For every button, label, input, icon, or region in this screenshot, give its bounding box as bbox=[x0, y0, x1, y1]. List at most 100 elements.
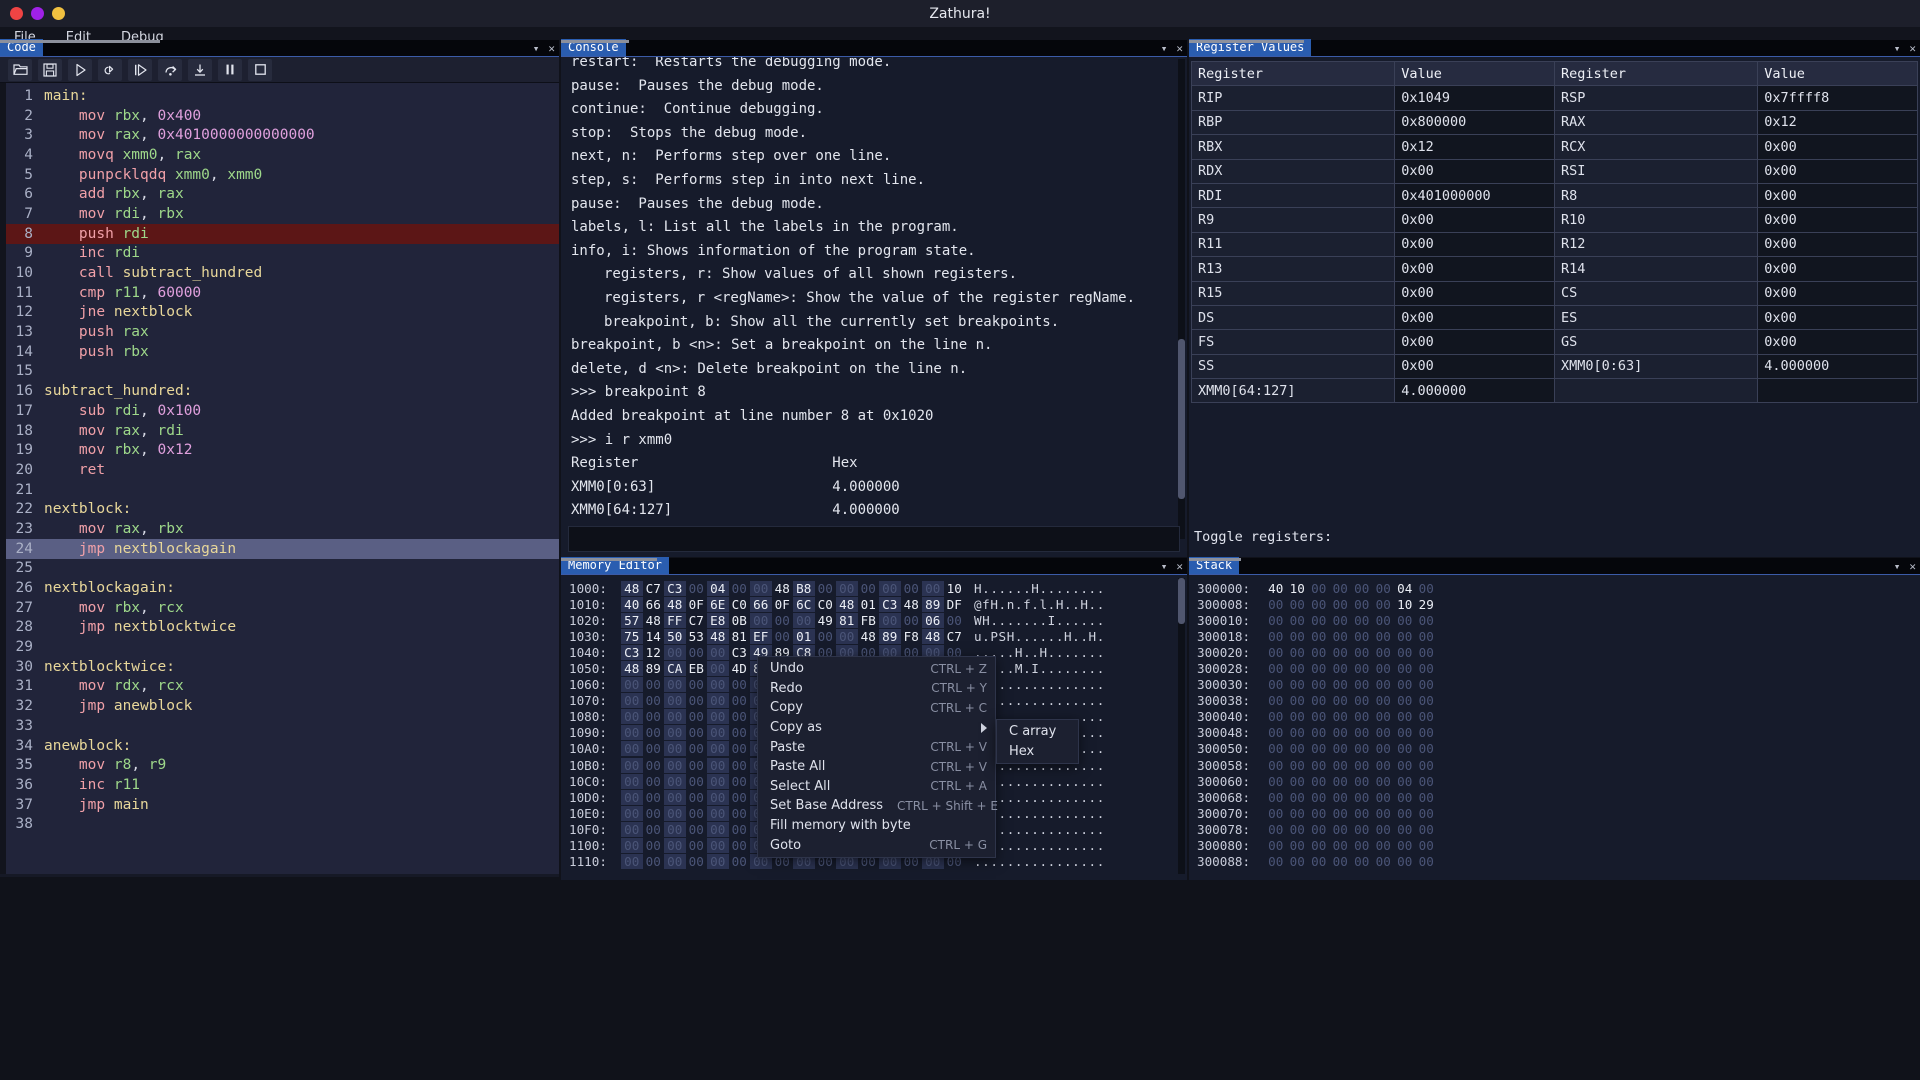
stack-byte[interactable]: 00 bbox=[1330, 645, 1352, 660]
step-into-icon[interactable] bbox=[188, 59, 212, 81]
memory-scrollbar-thumb[interactable] bbox=[1178, 578, 1185, 624]
memory-byte[interactable]: 48 bbox=[922, 629, 944, 644]
stack-byte[interactable]: 00 bbox=[1394, 741, 1416, 756]
stack-byte[interactable]: 00 bbox=[1330, 629, 1352, 644]
stack-row[interactable]: 300060:0000000000000000 bbox=[1197, 773, 1920, 789]
code-line[interactable]: 9 inc rdi bbox=[0, 244, 559, 264]
stack-byte[interactable]: 00 bbox=[1394, 613, 1416, 628]
context-menu-item[interactable]: GotoCTRL + G bbox=[758, 835, 995, 855]
code-line[interactable]: 21 bbox=[0, 480, 559, 500]
console-scrollbar[interactable] bbox=[1178, 59, 1185, 539]
memory-byte[interactable]: 00 bbox=[686, 741, 708, 756]
stack-row[interactable]: 300070:0000000000000000 bbox=[1197, 805, 1920, 821]
stack-byte[interactable]: 00 bbox=[1351, 758, 1373, 773]
memory-byte[interactable]: EB bbox=[686, 661, 708, 676]
close-window-icon[interactable] bbox=[10, 7, 23, 20]
register-value-cell[interactable]: 0x12 bbox=[1758, 110, 1918, 134]
memory-byte[interactable]: C7 bbox=[686, 613, 708, 628]
memory-byte[interactable]: 00 bbox=[643, 774, 665, 789]
stack-byte[interactable]: 00 bbox=[1308, 741, 1330, 756]
memory-byte[interactable]: 48 bbox=[901, 597, 923, 612]
stack-byte[interactable]: 00 bbox=[1394, 838, 1416, 853]
stack-byte[interactable]: 00 bbox=[1373, 741, 1395, 756]
memory-byte[interactable]: 00 bbox=[729, 790, 751, 805]
register-value-cell[interactable]: 0x00 bbox=[1758, 257, 1918, 281]
register-value-cell[interactable]: 0x00 bbox=[1395, 159, 1555, 183]
code-line[interactable]: 4 movq xmm0, rax bbox=[0, 145, 559, 165]
stack-byte[interactable]: 00 bbox=[1308, 677, 1330, 692]
memory-tab-grip[interactable] bbox=[561, 558, 657, 561]
memory-byte[interactable]: 00 bbox=[815, 581, 837, 596]
memory-byte[interactable]: 00 bbox=[686, 645, 708, 660]
stack-byte[interactable]: 00 bbox=[1287, 854, 1309, 869]
stack-byte[interactable]: 00 bbox=[1265, 838, 1287, 853]
register-value-cell[interactable]: 0x401000000 bbox=[1395, 183, 1555, 207]
stack-byte[interactable]: 00 bbox=[1265, 709, 1287, 724]
memory-byte[interactable]: 00 bbox=[686, 822, 708, 837]
register-value-cell[interactable] bbox=[1758, 379, 1918, 403]
memory-byte[interactable]: 00 bbox=[729, 838, 751, 853]
memory-byte[interactable]: 00 bbox=[664, 677, 686, 692]
window-controls[interactable] bbox=[10, 7, 65, 20]
stack-byte[interactable]: 00 bbox=[1265, 661, 1287, 676]
memory-byte[interactable]: 00 bbox=[707, 854, 729, 869]
register-value-cell[interactable]: 0x12 bbox=[1395, 135, 1555, 159]
console-panel-close-icon[interactable]: ✕ bbox=[1176, 43, 1183, 54]
stack-byte[interactable]: 00 bbox=[1287, 741, 1309, 756]
pause-icon[interactable] bbox=[218, 59, 242, 81]
memory-byte[interactable]: 00 bbox=[664, 854, 686, 869]
memory-byte[interactable]: 81 bbox=[836, 613, 858, 628]
stack-byte[interactable]: 00 bbox=[1265, 725, 1287, 740]
memory-byte[interactable]: 48 bbox=[858, 629, 880, 644]
memory-byte[interactable]: 00 bbox=[664, 774, 686, 789]
stack-byte[interactable]: 00 bbox=[1308, 725, 1330, 740]
code-line[interactable]: 5 punpcklqdq xmm0, xmm0 bbox=[0, 165, 559, 185]
memory-byte[interactable]: 57 bbox=[621, 613, 643, 628]
memory-byte[interactable]: 00 bbox=[729, 741, 751, 756]
stack-byte[interactable]: 00 bbox=[1394, 645, 1416, 660]
stack-byte[interactable]: 00 bbox=[1373, 661, 1395, 676]
context-menu-item[interactable]: Set Base AddressCTRL + Shift + E bbox=[758, 796, 995, 816]
stack-byte[interactable]: 00 bbox=[1394, 822, 1416, 837]
stack-byte[interactable]: 00 bbox=[1265, 741, 1287, 756]
continue-icon[interactable] bbox=[128, 59, 152, 81]
code-line[interactable]: 32 jmp anewblock bbox=[0, 696, 559, 716]
memory-byte[interactable]: 06 bbox=[922, 613, 944, 628]
stack-byte[interactable]: 00 bbox=[1308, 645, 1330, 660]
memory-byte[interactable]: 00 bbox=[664, 758, 686, 773]
context-menu-item[interactable]: UndoCTRL + Z bbox=[758, 659, 995, 679]
code-panel-menu-icon[interactable]: ▾ bbox=[533, 43, 540, 54]
stack-byte[interactable]: 29 bbox=[1416, 597, 1438, 612]
stack-byte[interactable]: 00 bbox=[1287, 677, 1309, 692]
context-menu-item[interactable]: PasteCTRL + V bbox=[758, 737, 995, 757]
stack-byte[interactable]: 00 bbox=[1265, 597, 1287, 612]
stack-byte[interactable]: 00 bbox=[1351, 597, 1373, 612]
stack-byte[interactable]: 00 bbox=[1394, 774, 1416, 789]
memory-byte[interactable]: 00 bbox=[664, 645, 686, 660]
stack-row[interactable]: 300068:0000000000000000 bbox=[1197, 789, 1920, 805]
stack-byte[interactable]: 00 bbox=[1416, 613, 1438, 628]
memory-byte[interactable]: 00 bbox=[621, 758, 643, 773]
stack-byte[interactable]: 00 bbox=[1265, 790, 1287, 805]
stack-byte[interactable]: 00 bbox=[1416, 693, 1438, 708]
memory-byte[interactable]: 00 bbox=[772, 613, 794, 628]
register-value-cell[interactable]: 0x00 bbox=[1395, 257, 1555, 281]
memory-byte[interactable]: 00 bbox=[729, 677, 751, 692]
stack-byte[interactable]: 00 bbox=[1416, 790, 1438, 805]
register-value-cell[interactable]: 0x00 bbox=[1395, 281, 1555, 305]
stack-byte[interactable]: 00 bbox=[1351, 741, 1373, 756]
copy-as-submenu[interactable]: C arrayHex bbox=[996, 719, 1079, 764]
memory-byte[interactable]: 00 bbox=[686, 677, 708, 692]
memory-byte[interactable]: 00 bbox=[643, 677, 665, 692]
stack-tab-grip[interactable] bbox=[1189, 558, 1241, 561]
stack-byte[interactable]: 00 bbox=[1351, 709, 1373, 724]
stack-byte[interactable]: 00 bbox=[1351, 661, 1373, 676]
stack-byte[interactable]: 00 bbox=[1287, 822, 1309, 837]
stack-row[interactable]: 300028:0000000000000000 bbox=[1197, 660, 1920, 676]
stack-byte[interactable]: 00 bbox=[1394, 629, 1416, 644]
register-value-cell[interactable]: 0x00 bbox=[1758, 135, 1918, 159]
stack-byte[interactable]: 00 bbox=[1265, 854, 1287, 869]
memory-byte[interactable]: 53 bbox=[686, 629, 708, 644]
memory-byte[interactable]: 89 bbox=[922, 597, 944, 612]
code-line[interactable]: 6 add rbx, rax bbox=[0, 184, 559, 204]
